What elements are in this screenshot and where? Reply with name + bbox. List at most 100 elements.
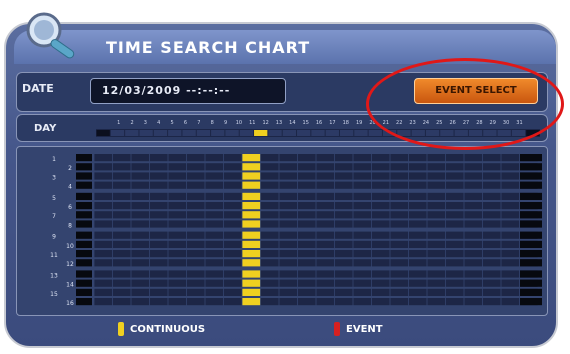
time-cell[interactable] xyxy=(131,202,150,210)
time-cell[interactable] xyxy=(279,259,298,267)
time-cell[interactable] xyxy=(297,270,316,278)
time-cell[interactable] xyxy=(334,298,353,306)
time-cell[interactable] xyxy=(445,192,464,200)
day-cell[interactable] xyxy=(239,130,254,136)
time-cell[interactable] xyxy=(427,192,446,200)
recording-grid[interactable]: 12345678910111213141516 xyxy=(20,150,546,314)
time-cell[interactable] xyxy=(112,288,131,296)
time-cell[interactable] xyxy=(260,154,279,162)
continuous-recording-cell[interactable] xyxy=(242,192,261,200)
time-cell[interactable] xyxy=(408,220,427,228)
time-cell[interactable] xyxy=(279,288,298,296)
time-cell[interactable] xyxy=(149,181,168,189)
time-cell[interactable] xyxy=(260,202,279,210)
time-cell[interactable] xyxy=(279,231,298,239)
day-cell[interactable] xyxy=(225,130,239,136)
time-cell[interactable] xyxy=(186,220,205,228)
time-cell[interactable] xyxy=(316,172,335,180)
time-cell[interactable] xyxy=(205,181,224,189)
time-cell[interactable] xyxy=(279,192,298,200)
day-cell[interactable] xyxy=(297,130,311,136)
time-cell[interactable] xyxy=(131,298,150,306)
day-cell[interactable] xyxy=(282,130,297,136)
time-cell[interactable] xyxy=(131,240,150,248)
time-cell[interactable] xyxy=(223,220,242,228)
time-cell[interactable] xyxy=(353,240,372,248)
day-cell[interactable] xyxy=(354,130,368,136)
time-cell[interactable] xyxy=(390,192,409,200)
time-cell[interactable] xyxy=(94,211,113,219)
time-cell[interactable] xyxy=(205,231,224,239)
time-cell[interactable] xyxy=(334,211,353,219)
time-cell[interactable] xyxy=(94,231,113,239)
time-cell[interactable] xyxy=(427,181,446,189)
time-cell[interactable] xyxy=(316,192,335,200)
time-cell[interactable] xyxy=(297,279,316,287)
time-cell[interactable] xyxy=(316,259,335,267)
day-cell[interactable] xyxy=(125,130,139,136)
time-cell[interactable] xyxy=(482,163,501,171)
time-cell[interactable] xyxy=(464,250,483,258)
time-cell[interactable] xyxy=(316,211,335,219)
time-cell[interactable] xyxy=(260,172,279,180)
time-cell[interactable] xyxy=(223,181,242,189)
time-cell[interactable] xyxy=(353,154,372,162)
time-cell[interactable] xyxy=(482,154,501,162)
time-cell[interactable] xyxy=(168,250,187,258)
time-cell[interactable] xyxy=(279,240,298,248)
time-cell[interactable] xyxy=(334,181,353,189)
time-cell[interactable] xyxy=(205,192,224,200)
time-cell[interactable] xyxy=(260,288,279,296)
time-cell[interactable] xyxy=(353,250,372,258)
time-cell[interactable] xyxy=(316,240,335,248)
time-cell[interactable] xyxy=(168,288,187,296)
time-cell[interactable] xyxy=(205,202,224,210)
time-cell[interactable] xyxy=(316,231,335,239)
time-cell[interactable] xyxy=(94,220,113,228)
continuous-recording-cell[interactable] xyxy=(242,231,261,239)
day-number[interactable]: 12 xyxy=(259,118,272,128)
time-cell[interactable] xyxy=(464,220,483,228)
time-cell[interactable] xyxy=(334,163,353,171)
time-cell[interactable] xyxy=(353,220,372,228)
time-cell[interactable] xyxy=(390,211,409,219)
day-number[interactable]: 6 xyxy=(179,118,192,128)
time-cell[interactable] xyxy=(205,220,224,228)
time-cell[interactable] xyxy=(501,279,520,287)
time-cell[interactable] xyxy=(482,288,501,296)
time-cell[interactable] xyxy=(371,163,390,171)
time-cell[interactable] xyxy=(464,270,483,278)
time-cell[interactable] xyxy=(445,270,464,278)
time-cell[interactable] xyxy=(445,220,464,228)
time-cell[interactable] xyxy=(445,202,464,210)
day-number[interactable]: 11 xyxy=(246,118,259,128)
time-cell[interactable] xyxy=(501,270,520,278)
time-cell[interactable] xyxy=(334,172,353,180)
time-cell[interactable] xyxy=(408,288,427,296)
time-cell[interactable] xyxy=(168,220,187,228)
time-cell[interactable] xyxy=(334,270,353,278)
day-number[interactable]: 9 xyxy=(219,118,232,128)
time-cell[interactable] xyxy=(186,298,205,306)
time-cell[interactable] xyxy=(131,288,150,296)
continuous-recording-cell[interactable] xyxy=(242,279,261,287)
time-cell[interactable] xyxy=(371,250,390,258)
continuous-recording-cell[interactable] xyxy=(242,202,261,210)
time-cell[interactable] xyxy=(279,181,298,189)
time-cell[interactable] xyxy=(482,172,501,180)
time-cell[interactable] xyxy=(131,172,150,180)
time-cell[interactable] xyxy=(427,279,446,287)
time-cell[interactable] xyxy=(223,231,242,239)
day-cell[interactable] xyxy=(254,130,268,136)
continuous-recording-cell[interactable] xyxy=(242,259,261,267)
time-cell[interactable] xyxy=(408,202,427,210)
time-cell[interactable] xyxy=(371,231,390,239)
time-cell[interactable] xyxy=(297,288,316,296)
time-cell[interactable] xyxy=(260,259,279,267)
time-cell[interactable] xyxy=(501,288,520,296)
continuous-recording-cell[interactable] xyxy=(242,250,261,258)
time-cell[interactable] xyxy=(149,163,168,171)
time-cell[interactable] xyxy=(501,202,520,210)
time-cell[interactable] xyxy=(279,172,298,180)
time-cell[interactable] xyxy=(427,259,446,267)
